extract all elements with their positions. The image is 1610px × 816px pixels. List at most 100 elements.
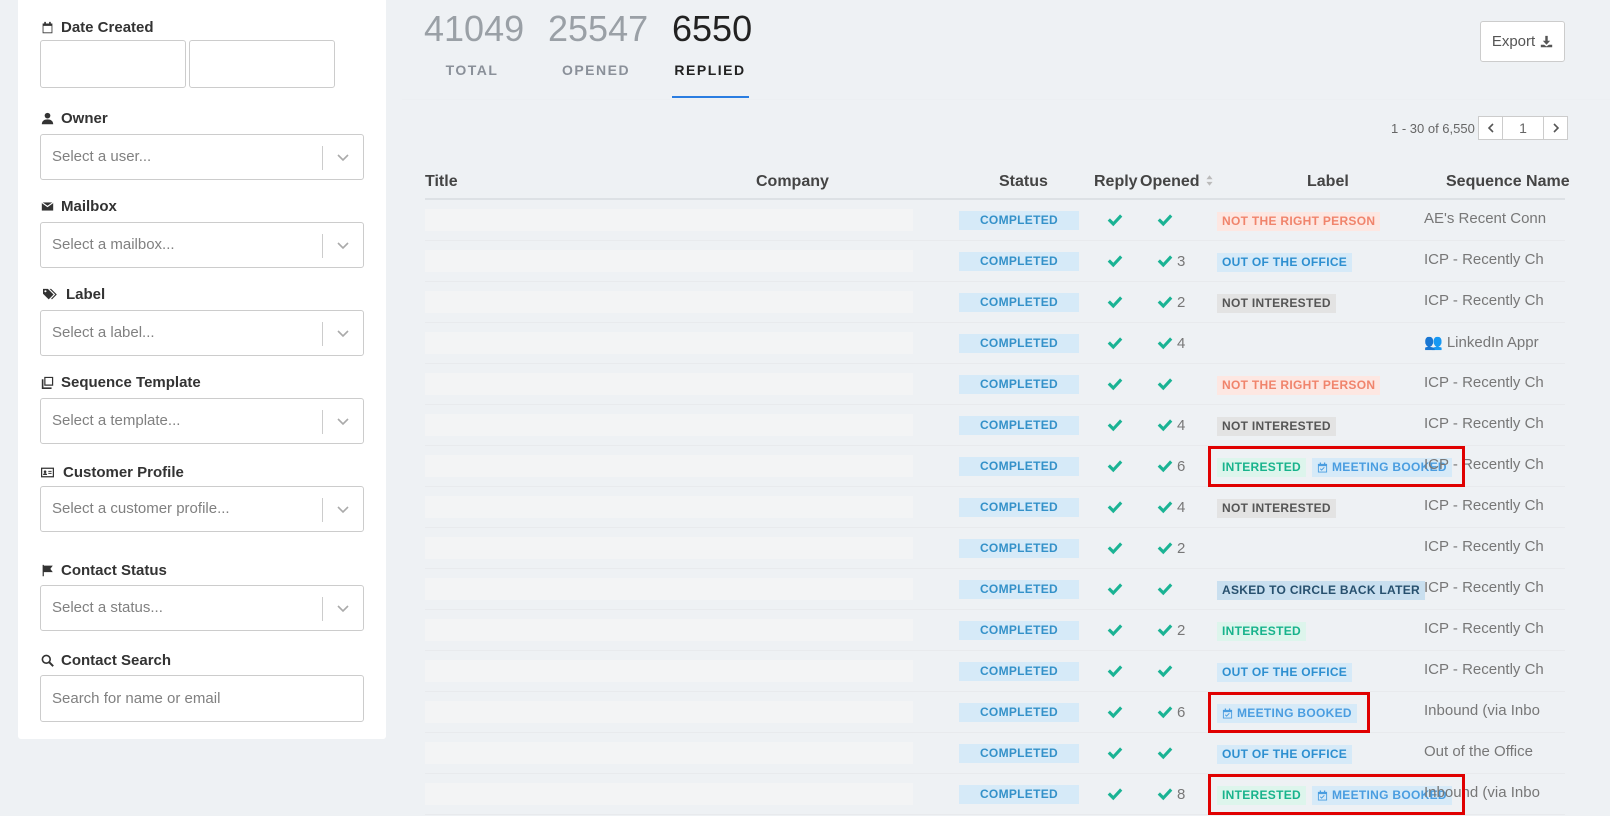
status-badge: COMPLETED <box>959 498 1079 517</box>
title-company-cell <box>425 209 913 231</box>
filter-label: Label Select a label... <box>40 284 364 356</box>
column-header-opened[interactable]: Opened <box>1140 173 1213 191</box>
table-row[interactable]: COMPLETED 6 MEETING BOOKED Inbound (via Inb… <box>425 692 1565 733</box>
sequence-name-link[interactable]: ICP - Recently Ch <box>1424 661 1565 678</box>
column-header-sequence-name[interactable]: Sequence Name <box>1446 173 1570 191</box>
label-badge[interactable]: NOT INTERESTED <box>1217 498 1336 518</box>
opened-check-icon <box>1157 747 1173 760</box>
table-row[interactable]: COMPLETED ASKED TO CIRCLE BACK LATER ICP -… <box>425 569 1565 610</box>
table-row[interactable]: COMPLETED 4 NOT INTERESTED ICP - Recently C… <box>425 487 1565 528</box>
filter-mailbox: Mailbox Select a mailbox... <box>40 196 364 268</box>
label-badge[interactable]: INTERESTED <box>1217 621 1307 641</box>
title-company-cell <box>425 537 913 559</box>
sequence-name-link[interactable]: 👥 LinkedIn Appr <box>1424 333 1565 351</box>
search-icon <box>40 653 54 667</box>
filter-label-label: Label <box>40 284 364 304</box>
owner-select[interactable]: Select a user... <box>40 134 364 180</box>
opened-cell <box>1156 374 1206 394</box>
chevron-down-icon[interactable] <box>335 501 351 517</box>
sequence-name-link[interactable]: ICP - Recently Ch <box>1424 374 1565 391</box>
label-badge[interactable]: NOT THE RIGHT PERSON <box>1217 211 1381 231</box>
reply-check-icon <box>1106 211 1124 229</box>
opened-count: 3 <box>1177 252 1186 270</box>
chevron-down-icon[interactable] <box>335 600 351 616</box>
opened-check-icon <box>1157 665 1173 678</box>
opened-count: 2 <box>1177 621 1186 639</box>
label-select[interactable]: Select a label... <box>40 310 364 356</box>
column-header-label[interactable]: Label <box>1307 173 1349 191</box>
stat-opened[interactable]: 25547 OPENED <box>548 8 648 78</box>
table-row[interactable]: COMPLETED NOT THE RIGHT PERSON ICP - Recen… <box>425 364 1565 405</box>
status-badge: COMPLETED <box>959 539 1079 558</box>
sequence-name-link[interactable]: ICP - Recently Ch <box>1424 292 1565 309</box>
opened-cell: 2 <box>1156 620 1206 640</box>
reply-check-icon <box>1106 621 1124 639</box>
filter-sequence-template: Sequence Template Select a template... <box>40 372 364 444</box>
label-badge[interactable]: OUT OF THE OFFICE <box>1217 662 1353 682</box>
title-company-cell <box>425 783 913 805</box>
chevron-down-icon[interactable] <box>335 413 351 429</box>
table-row[interactable]: COMPLETED 2 INTERESTED ICP - Recently Ch <box>425 610 1565 651</box>
contact-status-select[interactable]: Select a status... <box>40 585 364 631</box>
label-badge[interactable]: NOT THE RIGHT PERSON <box>1217 375 1381 395</box>
sort-icon <box>1206 175 1213 186</box>
label-badge[interactable]: OUT OF THE OFFICE <box>1217 252 1353 272</box>
label-badge[interactable]: ASKED TO CIRCLE BACK LATER <box>1217 580 1426 600</box>
table-row[interactable]: COMPLETED 2 ICP - Recently Ch <box>425 528 1565 569</box>
table-row[interactable]: COMPLETED 4 NOT INTERESTED ICP - Recently C… <box>425 405 1565 446</box>
labels-cell: ASKED TO CIRCLE BACK LATER <box>1217 580 1431 600</box>
next-page-button[interactable] <box>1543 116 1568 140</box>
table-row[interactable]: COMPLETED 3 OUT OF THE OFFICE ICP - Recentl… <box>425 241 1565 282</box>
status-badge: COMPLETED <box>959 785 1079 804</box>
title-company-cell <box>425 619 913 641</box>
template-select[interactable]: Select a template... <box>40 398 364 444</box>
stat-replied[interactable]: 6550 REPLIED <box>672 8 752 78</box>
stat-total[interactable]: 41049 TOTAL <box>424 8 524 78</box>
flag-icon <box>40 563 54 577</box>
label-badge[interactable]: OUT OF THE OFFICE <box>1217 744 1353 764</box>
sequence-name-link[interactable]: ICP - Recently Ch <box>1424 620 1565 637</box>
title-company-cell <box>425 414 913 436</box>
contact-search-input[interactable]: Search for name or email <box>40 675 364 722</box>
date-to-input[interactable] <box>189 40 335 88</box>
prev-page-button[interactable] <box>1478 116 1503 140</box>
date-from-input[interactable] <box>40 40 186 88</box>
chevron-down-icon[interactable] <box>335 149 351 165</box>
title-company-cell <box>425 455 913 477</box>
sequence-name-link[interactable]: ICP - Recently Ch <box>1424 538 1565 555</box>
labels-cell: NOT INTERESTED <box>1217 416 1342 436</box>
sequence-name-link[interactable]: ICP - Recently Ch <box>1424 579 1565 596</box>
opened-count: 2 <box>1177 293 1186 311</box>
sequence-name-link[interactable]: Out of the Office <box>1424 743 1565 760</box>
export-button[interactable]: Export <box>1480 21 1565 62</box>
sequence-name-link[interactable]: ICP - Recently Ch <box>1424 415 1565 432</box>
table-row[interactable]: COMPLETED 4 👥 LinkedIn Appr <box>425 323 1565 364</box>
opened-cell: 8 <box>1156 784 1206 804</box>
sequence-name-link[interactable]: ICP - Recently Ch <box>1424 497 1565 514</box>
opened-count: 6 <box>1177 703 1186 721</box>
column-header-company[interactable]: Company <box>756 173 829 191</box>
label-badge[interactable]: NOT INTERESTED <box>1217 416 1336 436</box>
column-header-status[interactable]: Status <box>999 173 1048 191</box>
opened-cell: 6 <box>1156 456 1206 476</box>
opened-check-icon <box>1157 214 1173 227</box>
table-row[interactable]: COMPLETED 2 NOT INTERESTED ICP - Recently C… <box>425 282 1565 323</box>
table-row[interactable]: COMPLETED OUT OF THE OFFICE ICP - Recently… <box>425 651 1565 692</box>
column-header-title[interactable]: Title <box>425 173 458 191</box>
page-number-input[interactable]: 1 <box>1502 116 1544 140</box>
customer-profile-select[interactable]: Select a customer profile... <box>40 486 364 532</box>
mailbox-select[interactable]: Select a mailbox... <box>40 222 364 268</box>
label-badge[interactable]: NOT INTERESTED <box>1217 293 1336 313</box>
chevron-down-icon[interactable] <box>335 237 351 253</box>
column-header-reply[interactable]: Reply <box>1094 173 1138 191</box>
table-row[interactable]: COMPLETED NOT THE RIGHT PERSON AE's Recent… <box>425 200 1565 241</box>
opened-cell <box>1156 743 1206 763</box>
table-row[interactable]: COMPLETED OUT OF THE OFFICE Out of the Off… <box>425 733 1565 774</box>
sequence-name-link[interactable]: AE's Recent Conn <box>1424 210 1565 227</box>
chevron-down-icon[interactable] <box>335 325 351 341</box>
sequence-name-link[interactable]: ICP - Recently Ch <box>1424 251 1565 268</box>
reply-check-icon <box>1106 252 1124 270</box>
sequence-name-link[interactable]: Inbound (via Inbo <box>1424 702 1565 719</box>
title-company-cell <box>425 250 913 272</box>
filter-contact-search: Contact Search Search for name or email <box>40 650 364 722</box>
